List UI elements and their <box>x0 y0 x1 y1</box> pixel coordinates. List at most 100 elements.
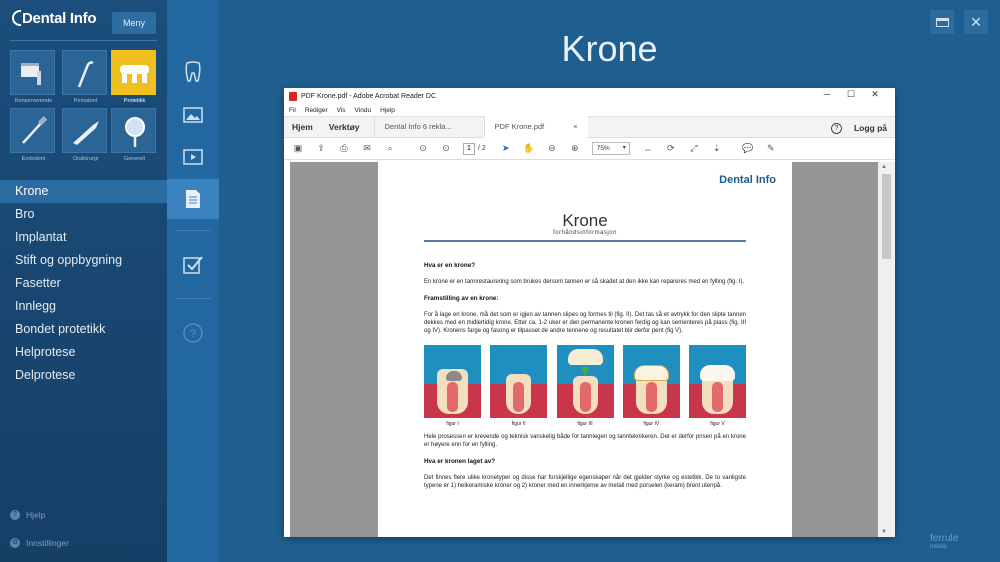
category-oralkirurgi[interactable]: Oralkirurgi <box>62 108 107 162</box>
category-konserverende[interactable]: Konserverende <box>10 50 55 104</box>
menu-fil[interactable]: Fil <box>289 107 296 114</box>
search-icon[interactable]: ⌕ <box>384 143 396 155</box>
acrobat-window: PDF Krone.pdf - Adobe Acrobat Reader DC … <box>284 88 895 537</box>
close-tab-icon[interactable]: × <box>573 116 577 136</box>
acrobat-account: ? Logg på <box>830 117 887 139</box>
close-window-button[interactable]: ✕ <box>863 89 887 100</box>
help-circle-icon[interactable]: ? <box>830 122 842 134</box>
login-link[interactable]: Logg på <box>854 123 887 133</box>
topic-list: Krone Bro Implantat Stift og oppbygning … <box>0 180 167 387</box>
document-heading: Hva er en krone? <box>424 262 476 269</box>
fullscreen-icon[interactable]: ⤢ <box>688 143 700 155</box>
help-link[interactable]: ? Hjelp <box>10 510 45 520</box>
tooth-view-button[interactable] <box>167 52 219 92</box>
acrobat-toolbar: ▣ ⇪ ⎙ ✉ ⌕ ⊙ ⊙ 1 / 2 ➤ ✋ ⊖ ⊕ 75% ⇔ ⟳ ⤢ ⇣ … <box>284 138 895 160</box>
document-paragraph: Hele prosessen er krevende og teknisk va… <box>424 434 746 448</box>
category-protetikk[interactable]: Protetikk <box>111 50 156 104</box>
category-periodont[interactable]: Periodont <box>62 50 107 104</box>
nav-item-bro[interactable]: Bro <box>0 203 167 226</box>
next-page-icon[interactable]: ⊙ <box>440 143 452 155</box>
probe-icon <box>77 61 94 88</box>
category-endodont[interactable]: Endodont <box>10 108 55 162</box>
window-mode-button[interactable] <box>930 10 954 34</box>
settings-link[interactable]: ⚙ Innstillinger <box>10 538 69 548</box>
save-icon[interactable]: ▣ <box>292 143 304 155</box>
video-view-button[interactable] <box>167 137 219 177</box>
pdf-page: Dental Info Krone forhåndsinformasjon Hv… <box>378 162 792 537</box>
window-controls: ✕ <box>920 10 988 34</box>
figure-caption: figur I <box>446 421 459 427</box>
document-paragraph: For å lage en krone, må det som er igjen… <box>424 312 746 334</box>
doc-tab-krone[interactable]: PDF Krone.pdf × <box>483 116 588 138</box>
title-rule <box>424 240 746 242</box>
prepared-tooth-illustration <box>490 345 548 418</box>
select-cursor-icon[interactable]: ➤ <box>500 143 512 155</box>
zoom-in-icon[interactable]: ⊕ <box>569 143 581 155</box>
tab-hjem[interactable]: Hjem <box>284 116 321 138</box>
scroll-up-icon[interactable]: ▲ <box>881 164 887 170</box>
figure-4: figur IV <box>622 345 680 427</box>
menu-rediger[interactable]: Rediger <box>305 107 328 114</box>
document-viewer[interactable]: Dental Info Krone forhåndsinformasjon Hv… <box>290 162 878 537</box>
maximize-button[interactable]: ☐ <box>839 89 863 100</box>
pen-icon[interactable]: ✎ <box>765 143 777 155</box>
figure-caption: figur II <box>511 421 526 427</box>
nav-item-helprotese[interactable]: Helprotese <box>0 341 167 364</box>
nav-item-implantat[interactable]: Implantat <box>0 226 167 249</box>
nav-item-stift[interactable]: Stift og oppbygning <box>0 249 167 272</box>
category-generelt[interactable]: Generelt <box>111 108 156 162</box>
images-view-button[interactable] <box>167 95 219 135</box>
page-total: / 2 <box>478 145 486 152</box>
document-paragraph: Det finnes flere ulike kronetyper og dis… <box>424 475 746 489</box>
minimize-button[interactable]: ─ <box>815 89 839 100</box>
close-app-button[interactable]: ✕ <box>964 10 988 34</box>
menu-vis[interactable]: Vis <box>337 107 346 114</box>
zoom-select[interactable]: 75% <box>591 142 630 155</box>
nav-item-fasetter[interactable]: Fasetter <box>0 272 167 295</box>
hand-tool-icon[interactable]: ✋ <box>523 143 535 155</box>
menu-button[interactable]: Meny <box>112 12 156 34</box>
doc-tab-reklame[interactable]: Dental Info 6 rekla... <box>373 116 484 138</box>
email-icon[interactable]: ✉ <box>361 143 373 155</box>
rotate-icon[interactable]: ⟳ <box>665 143 677 155</box>
prev-page-icon[interactable]: ⊙ <box>417 143 429 155</box>
nav-item-bondet-protetikk[interactable]: Bondet protetikk <box>0 318 167 341</box>
crowns-icon <box>120 65 149 83</box>
content-type-bar: ? <box>167 0 219 562</box>
document-subtitle: forhåndsinformasjon <box>553 230 617 236</box>
tab-verktoy[interactable]: Verktøy <box>321 116 368 138</box>
fit-width-icon[interactable]: ⇔ <box>642 143 654 155</box>
crown-placement-illustration <box>556 345 614 418</box>
help-view-button[interactable]: ? <box>167 313 219 353</box>
nav-item-delprotese[interactable]: Delprotese <box>0 364 167 387</box>
page-number-input[interactable]: 1 <box>463 142 475 155</box>
window-icon <box>935 17 949 27</box>
ferrule-logo: ferrule media <box>930 534 958 552</box>
scroll-mode-icon[interactable]: ⇣ <box>711 143 723 155</box>
doc-tab-label: PDF Krone.pdf <box>494 122 545 131</box>
nav-item-innlegg[interactable]: Innlegg <box>0 295 167 318</box>
checklist-view-button[interactable] <box>167 245 219 285</box>
menu-vindu[interactable]: Vindu <box>355 107 372 114</box>
scrollbar-thumb[interactable] <box>882 174 891 259</box>
gear-icon: ⚙ <box>10 538 20 548</box>
comment-icon[interactable]: 💬 <box>742 143 754 155</box>
menu-hjelp[interactable]: Hjelp <box>380 107 395 114</box>
app-logo-text: Dental Info <box>22 10 97 27</box>
scroll-down-icon[interactable]: ▼ <box>881 529 887 535</box>
acrobat-titlebar: PDF Krone.pdf - Adobe Acrobat Reader DC … <box>284 88 895 104</box>
window-title: PDF Krone.pdf - Adobe Acrobat Reader DC <box>301 92 437 100</box>
upload-icon[interactable]: ⇪ <box>315 143 327 155</box>
vertical-scrollbar[interactable]: ▲ ▼ <box>878 162 895 537</box>
nav-item-krone[interactable]: Krone <box>0 180 167 203</box>
sidebar: Dental Info Meny Konserverende Periodont… <box>0 0 167 562</box>
close-icon: ✕ <box>970 13 982 30</box>
zoom-out-icon[interactable]: ⊖ <box>546 143 558 155</box>
document-view-button[interactable] <box>167 179 219 219</box>
figure-5: figur V <box>689 345 746 427</box>
print-icon[interactable]: ⎙ <box>338 143 350 155</box>
document-heading: Hva er kronen laget av? <box>424 458 496 465</box>
document-heading: Framstilling av en krone: <box>424 295 499 302</box>
category-label: Konserverende <box>14 98 53 104</box>
help-label: Hjelp <box>26 510 46 520</box>
